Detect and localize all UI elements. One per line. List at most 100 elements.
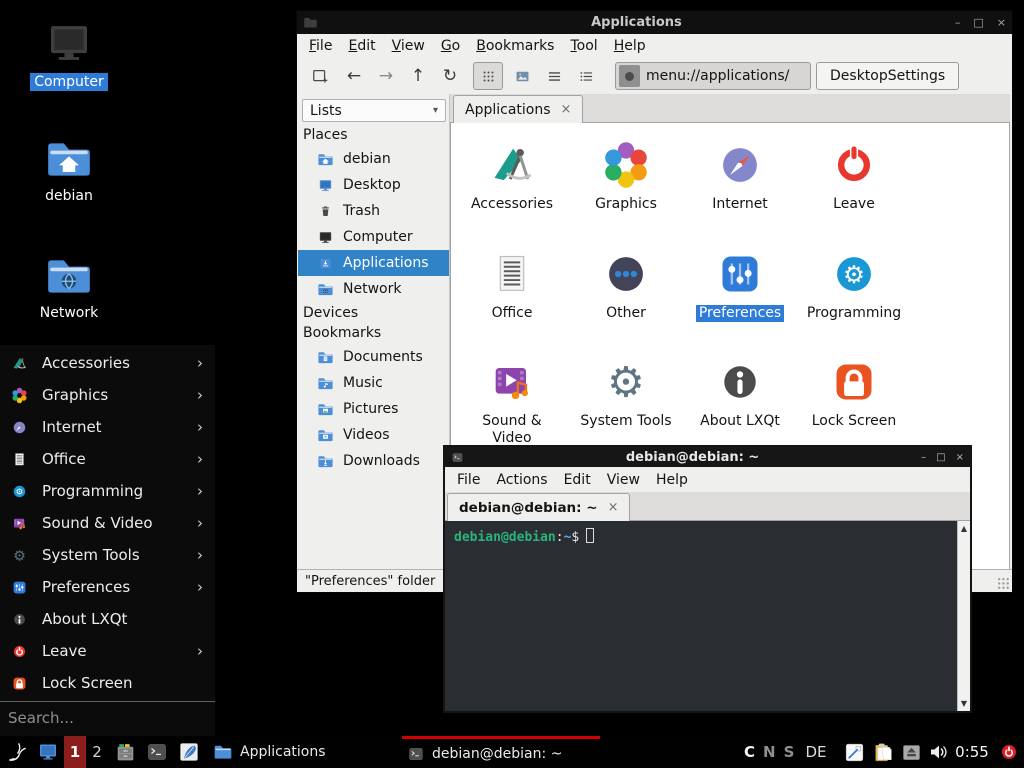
quicklaunch-terminal[interactable] — [142, 736, 172, 768]
tray-volume[interactable] — [925, 736, 951, 768]
sidebar-item-debian[interactable]: debian — [298, 146, 449, 172]
grid-item-system-tools[interactable]: System Tools — [570, 354, 682, 430]
sidebar-item-desktop[interactable]: Desktop — [298, 172, 449, 198]
menu-item-label: Leave — [42, 642, 87, 660]
tab-applications[interactable]: Applications × — [453, 95, 583, 123]
menu-item-about-lxqt[interactable]: About LXQt — [0, 603, 215, 635]
quicklaunch-file-manager[interactable] — [110, 736, 140, 768]
about-icon — [712, 354, 768, 410]
menu-search-input[interactable]: Search... — [0, 701, 215, 734]
tab-terminal[interactable]: debian@debian: ~ × — [447, 493, 630, 521]
terminal-scrollbar[interactable]: ▲ ▼ — [957, 521, 970, 711]
menu-go[interactable]: Go — [433, 35, 468, 57]
menu-item-preferences[interactable]: Preferences › — [0, 571, 215, 603]
leave-button[interactable] — [996, 736, 1022, 768]
menu-file[interactable]: File — [449, 469, 488, 491]
keyboard-layout-indicator[interactable]: DE — [800, 736, 832, 768]
maximize-icon[interactable]: □ — [936, 452, 945, 463]
menu-item-lock-screen[interactable]: Lock Screen — [0, 667, 215, 699]
up-button[interactable]: ↑ — [403, 62, 433, 90]
quicklaunch-featherpad[interactable] — [174, 736, 204, 768]
sidebar-item-pictures[interactable]: Pictures — [298, 396, 449, 422]
desktop-icon-computer[interactable]: Computer — [14, 16, 124, 91]
menu-tool[interactable]: Tool — [562, 35, 605, 57]
back-button[interactable]: ← — [339, 62, 369, 90]
new-tab-button[interactable] — [305, 62, 335, 90]
grid-item-preferences[interactable]: Preferences — [684, 246, 796, 322]
keyboard-indicator[interactable]: C N S — [744, 736, 794, 768]
menu-help[interactable]: Help — [606, 35, 654, 57]
num-indicator: N — [763, 743, 776, 761]
grid-item-sound-video[interactable]: Sound & Video — [456, 354, 568, 447]
show-desktop-button[interactable] — [34, 736, 62, 768]
grid-item-label: Sound & Video — [476, 413, 548, 447]
reload-button[interactable]: ↻ — [435, 62, 465, 90]
grid-item-other[interactable]: Other — [570, 246, 682, 322]
grid-item-office[interactable]: Office — [456, 246, 568, 322]
close-icon[interactable]: × — [956, 452, 964, 463]
grid-item-leave[interactable]: Leave — [798, 137, 910, 213]
terminal-titlebar[interactable]: debian@debian: ~ – □ × — [445, 447, 970, 467]
address-bar[interactable]: menu://applications/ — [615, 62, 811, 90]
sidebar-item-applications[interactable]: Applications — [298, 250, 449, 276]
menu-view[interactable]: View — [599, 469, 648, 491]
minimize-icon[interactable]: – — [921, 452, 926, 463]
menu-item-programming[interactable]: Programming › — [0, 475, 215, 507]
file-manager-titlebar[interactable]: Applications – □ × — [297, 11, 1012, 34]
compact-view-button[interactable] — [571, 62, 601, 90]
tray-removable-media[interactable] — [898, 736, 924, 768]
menu-edit[interactable]: Edit — [556, 469, 599, 491]
forward-button[interactable]: → — [371, 62, 401, 90]
scroll-down-icon[interactable]: ▼ — [961, 699, 967, 708]
sidebar-item-downloads[interactable]: Downloads — [298, 448, 449, 474]
thumbnail-view-button[interactable] — [507, 62, 537, 90]
menu-item-office[interactable]: Office › — [0, 443, 215, 475]
sidebar-item-videos[interactable]: Videos — [298, 422, 449, 448]
terminal-screen[interactable]: debian@debian:~$ — [445, 521, 957, 711]
grid-item-lock-screen[interactable]: Lock Screen — [798, 354, 910, 430]
close-icon[interactable]: × — [997, 16, 1006, 29]
menu-item-graphics[interactable]: Graphics › — [0, 379, 215, 411]
grid-item-graphics[interactable]: Graphics — [570, 137, 682, 213]
main-menu-button[interactable] — [2, 736, 32, 768]
scroll-up-icon[interactable]: ▲ — [961, 524, 967, 533]
sidebar-item-music[interactable]: Music — [298, 370, 449, 396]
menu-bookmarks[interactable]: Bookmarks — [468, 35, 562, 57]
task-button-terminal[interactable]: debian@debian: ~ — [402, 736, 600, 768]
minimize-icon[interactable]: – — [955, 16, 961, 29]
workspace-2-button[interactable]: 2 — [88, 736, 106, 768]
desktop-icon-network[interactable]: Network — [14, 251, 124, 322]
computer-icon — [317, 229, 334, 246]
tab-close-icon[interactable]: × — [561, 102, 572, 117]
workspace-1-button[interactable]: 1 — [64, 736, 86, 768]
desktop-icon-debian[interactable]: debian — [14, 134, 124, 205]
menu-help[interactable]: Help — [648, 469, 696, 491]
sidebar-item-documents[interactable]: Documents — [298, 344, 449, 370]
grid-item-programming[interactable]: Programming — [798, 246, 910, 322]
tray-screenshot[interactable] — [840, 736, 868, 768]
desktop-settings-button[interactable]: DesktopSettings — [816, 62, 959, 90]
icon-view-button[interactable] — [473, 62, 503, 90]
sidebar-item-network[interactable]: Network — [298, 276, 449, 302]
sidebar-item-computer[interactable]: Computer — [298, 224, 449, 250]
tab-close-icon[interactable]: × — [608, 500, 619, 515]
maximize-icon[interactable]: □ — [973, 16, 983, 29]
detailed-list-view-button[interactable] — [539, 62, 569, 90]
grid-item-accessories[interactable]: Accessories — [456, 137, 568, 213]
menu-item-leave[interactable]: Leave › — [0, 635, 215, 667]
menu-file[interactable]: File — [301, 35, 340, 57]
menu-actions[interactable]: Actions — [488, 469, 555, 491]
menu-view[interactable]: View — [384, 35, 433, 57]
menu-edit[interactable]: Edit — [340, 35, 383, 57]
grid-item-about-lxqt[interactable]: About LXQt — [684, 354, 796, 430]
menu-item-accessories[interactable]: Accessories › — [0, 347, 215, 379]
menu-item-internet[interactable]: Internet › — [0, 411, 215, 443]
menu-item-system-tools[interactable]: System Tools › — [0, 539, 215, 571]
menu-item-sound-video[interactable]: Sound & Video › — [0, 507, 215, 539]
tray-clipboard[interactable] — [869, 736, 897, 768]
clock[interactable]: 0:55 — [951, 736, 993, 768]
task-button-applications[interactable]: Applications — [208, 736, 400, 768]
sidebar-item-trash[interactable]: Trash — [298, 198, 449, 224]
grid-item-internet[interactable]: Internet — [684, 137, 796, 213]
sidebar-mode-combobox[interactable]: Lists ▾ — [302, 99, 446, 122]
